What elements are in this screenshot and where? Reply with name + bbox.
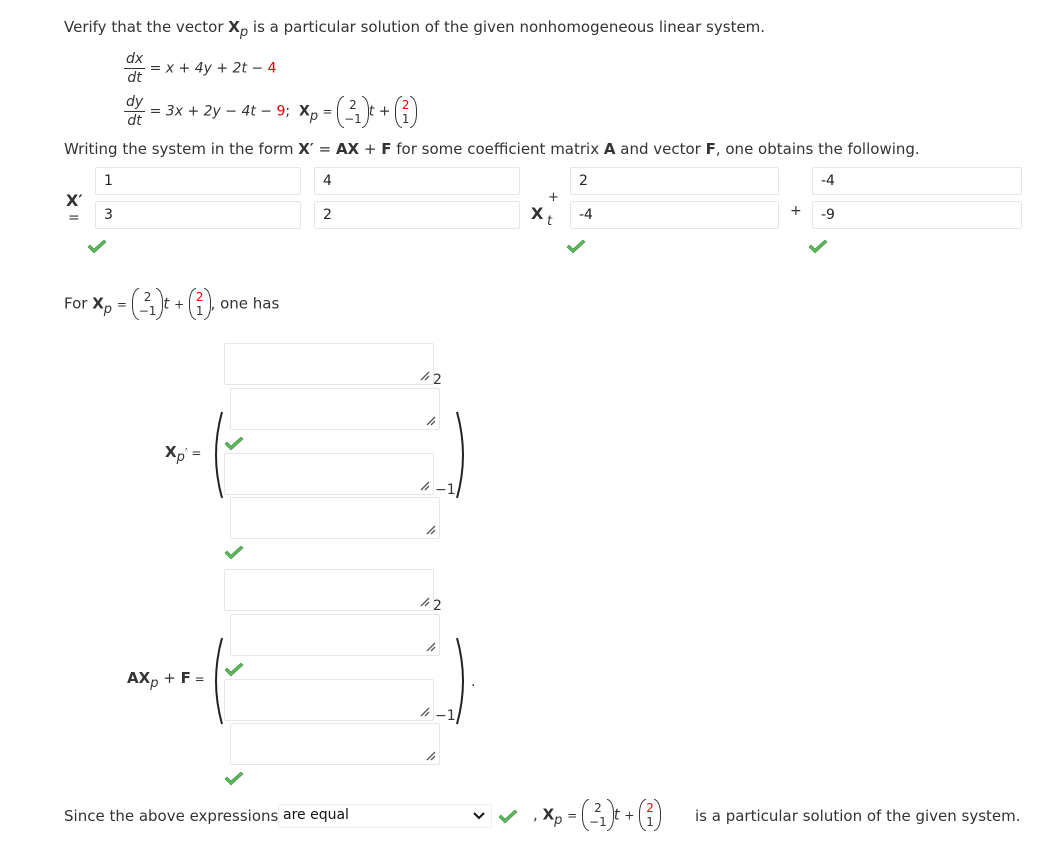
matrix-a-12-input[interactable] bbox=[314, 167, 520, 195]
left-paren bbox=[215, 637, 223, 725]
axpf-row1-coef-input[interactable] bbox=[224, 569, 434, 611]
check-icon bbox=[224, 772, 244, 786]
resize-grip-icon[interactable] bbox=[426, 642, 436, 652]
period: . bbox=[471, 674, 476, 690]
matrix-a-11-input[interactable] bbox=[95, 167, 301, 195]
resize-grip-icon[interactable] bbox=[420, 707, 430, 717]
xp-prime-row2-const-input[interactable] bbox=[230, 497, 440, 539]
check-icon bbox=[808, 240, 828, 254]
resize-grip-icon[interactable] bbox=[426, 525, 436, 535]
conclusion-xp: , Xp = 2 −1 t + 21 bbox=[533, 799, 661, 831]
resize-grip-icon[interactable] bbox=[420, 597, 430, 607]
check-icon bbox=[224, 546, 244, 560]
conclusion-prefix: Since the above expressions bbox=[64, 807, 279, 825]
resize-grip-icon[interactable] bbox=[420, 371, 430, 381]
left-paren bbox=[215, 411, 223, 499]
x-label: X bbox=[531, 204, 544, 223]
axp-f-label: AXp + F = bbox=[127, 669, 205, 691]
xp-prime-label: Xp′ = bbox=[165, 443, 202, 465]
check-icon bbox=[566, 240, 586, 254]
intro-text: Verify that the vector Xp is a particula… bbox=[64, 18, 766, 40]
for-xp-text: For Xp = 2 −1 t + 21, one has bbox=[64, 288, 280, 320]
t-label: t bbox=[547, 214, 553, 229]
xp-vector-const: 21 bbox=[394, 95, 417, 128]
right-paren bbox=[456, 637, 464, 725]
xp-vector-t: 2 −1 bbox=[337, 95, 369, 128]
vector-f-2-input[interactable] bbox=[812, 201, 1022, 229]
vector-f-1-input[interactable] bbox=[812, 167, 1022, 195]
right-paren bbox=[456, 411, 464, 499]
xp-prime-row1-const-input[interactable] bbox=[230, 388, 440, 430]
axpf-row2-const-input[interactable] bbox=[230, 723, 440, 765]
axpf-row2-coef-input[interactable] bbox=[224, 679, 434, 721]
exponent-label: −1 bbox=[435, 708, 456, 724]
resize-grip-icon[interactable] bbox=[426, 751, 436, 761]
xp-prime-row1-coef-input[interactable] bbox=[224, 343, 434, 385]
check-icon bbox=[224, 663, 244, 677]
resize-grip-icon[interactable] bbox=[420, 481, 430, 491]
chevron-down-icon bbox=[473, 812, 485, 820]
check-icon bbox=[498, 810, 518, 824]
exponent-label: 2 bbox=[433, 372, 442, 388]
exponent-label: 2 bbox=[433, 598, 442, 614]
matrix-a-21-input[interactable] bbox=[95, 201, 301, 229]
equation-dx: dx dt = x + 4y + 2t − 4 bbox=[124, 51, 277, 86]
xprime-label: X′ bbox=[66, 191, 83, 210]
conclusion-select[interactable]: are equal bbox=[278, 804, 492, 828]
equation-dy: dy dt = 3x + 2y − 4t − 9; Xp = 2 −1 t + 21 bbox=[124, 94, 417, 129]
resize-grip-icon[interactable] bbox=[426, 416, 436, 426]
conclusion-suffix: is a particular solution of the given sy… bbox=[695, 807, 1021, 825]
axpf-row1-const-input[interactable] bbox=[230, 614, 440, 656]
equals-sign: = bbox=[68, 210, 80, 226]
plus-sign: + bbox=[548, 190, 559, 205]
check-icon bbox=[87, 240, 107, 254]
check-icon bbox=[224, 437, 244, 451]
writing-text: Writing the system in the form X′ = AX +… bbox=[64, 140, 920, 158]
xp-prime-row2-coef-input[interactable] bbox=[224, 453, 434, 495]
plus-sign: + bbox=[790, 203, 802, 219]
matrix-a-22-input[interactable] bbox=[314, 201, 520, 229]
exponent-label: −1 bbox=[435, 482, 456, 498]
t-coef-1-input[interactable] bbox=[570, 167, 779, 195]
t-coef-2-input[interactable] bbox=[570, 201, 779, 229]
